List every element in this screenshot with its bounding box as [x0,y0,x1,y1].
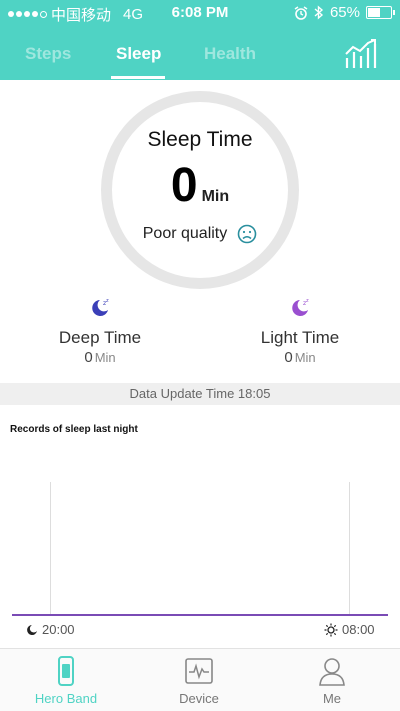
light-time-label: Light Time [260,328,340,347]
quality-label: Poor quality [142,225,228,242]
nav-hero-band[interactable]: Hero Band [6,655,126,706]
nav-device[interactable]: Device [139,655,259,706]
bluetooth-icon [314,5,324,20]
chart-baseline [12,614,388,616]
tab-bar: Steps Sleep Health [0,38,400,80]
alarm-icon [294,5,308,20]
sun-icon [324,623,338,636]
band-icon [58,656,74,686]
battery-percent: 65% [329,4,360,21]
light-time-value: 0 Min [284,349,316,366]
battery-icon [366,6,395,19]
tab-steps[interactable]: Steps [25,44,71,64]
sleep-unit: Min [201,188,230,205]
active-tab-indicator [111,76,165,79]
user-icon [319,658,345,686]
deep-sleep-moon-icon: z z [92,298,109,316]
records-title: Records of sleep last night [10,424,138,435]
sleep-records-chart: 20:00 08:00 [0,470,400,650]
status-bar: 中国移动 4G 6:08 PM 65% [0,0,400,26]
svg-text:z: z [106,298,109,304]
deep-time-value: 0 Min [84,349,116,366]
chart-end-gridline [349,482,350,614]
deep-time-label: Deep Time [58,328,142,347]
sleep-minutes: 0 [170,159,198,212]
nav-me[interactable]: Me [272,655,392,706]
tab-health[interactable]: Health [204,44,256,64]
chart-start-gridline [50,482,51,614]
chart-start-time: 20:00 [26,622,75,637]
light-sleep-moon-icon: z z [292,298,309,316]
device-icon [185,658,213,684]
statistics-icon[interactable] [344,38,378,70]
chart-end-time: 08:00 [324,622,375,637]
sad-face-icon [237,224,257,244]
svg-text:z: z [306,298,309,304]
sleep-time-title: Sleep Time [147,128,253,151]
sleep-quality: Poor quality [0,224,400,244]
moon-icon [27,624,37,635]
bottom-navigation: Hero Band Device Me [0,648,400,711]
tab-sleep[interactable]: Sleep [116,44,161,64]
data-update-bar: Data Update Time 18:05 [0,383,400,405]
sleep-time-value: 0 Min [0,158,400,213]
